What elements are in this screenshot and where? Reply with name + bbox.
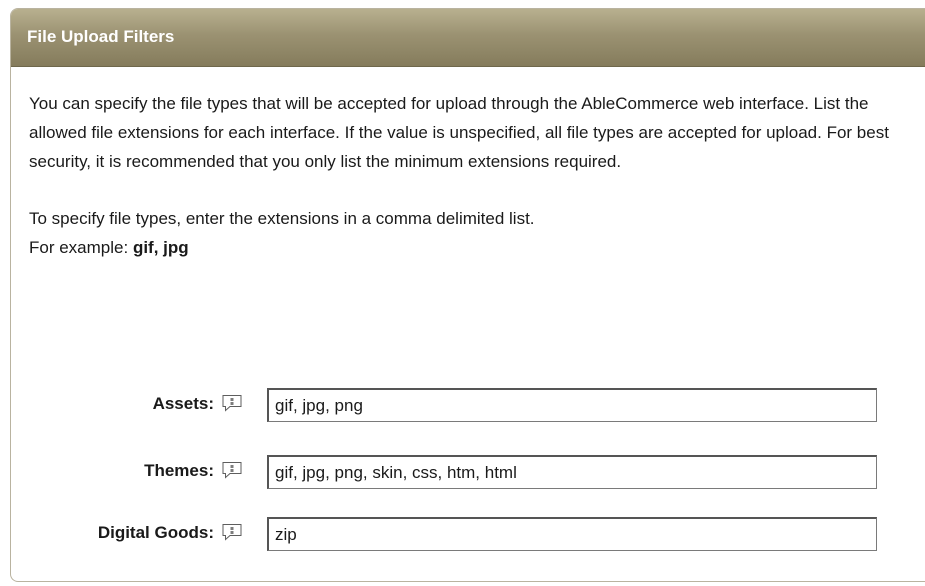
instructions-text: To specify file types, enter the extensi… [29,209,535,228]
help-icon[interactable] [221,394,243,412]
instructions: To specify file types, enter the extensi… [29,204,925,262]
digital-goods-input[interactable] [267,517,877,551]
example-value: gif, jpg [132,238,189,257]
description-paragraph: You can specify the file types that will… [29,94,889,171]
help-icon[interactable] [221,523,243,541]
field-label-container: Assets: [11,393,244,415]
panel-header: File Upload Filters [11,9,925,67]
field-label-container: Themes: [11,460,244,482]
field-row-themes: Themes: [11,455,925,489]
panel-body: You can specify the file types that will… [11,67,925,262]
themes-input[interactable] [267,455,877,489]
example-prefix: For example: [29,238,133,257]
field-label-container: Digital Goods: [11,522,244,544]
field-row-digital-goods: Digital Goods: [11,517,925,551]
help-icon[interactable] [221,461,243,479]
assets-input[interactable] [267,388,877,422]
file-upload-filters-panel: File Upload Filters You can specify the … [10,8,925,582]
field-row-assets: Assets: [11,388,925,422]
example-line: For example: gif, jpg [29,233,925,262]
panel-title: File Upload Filters [27,27,175,46]
